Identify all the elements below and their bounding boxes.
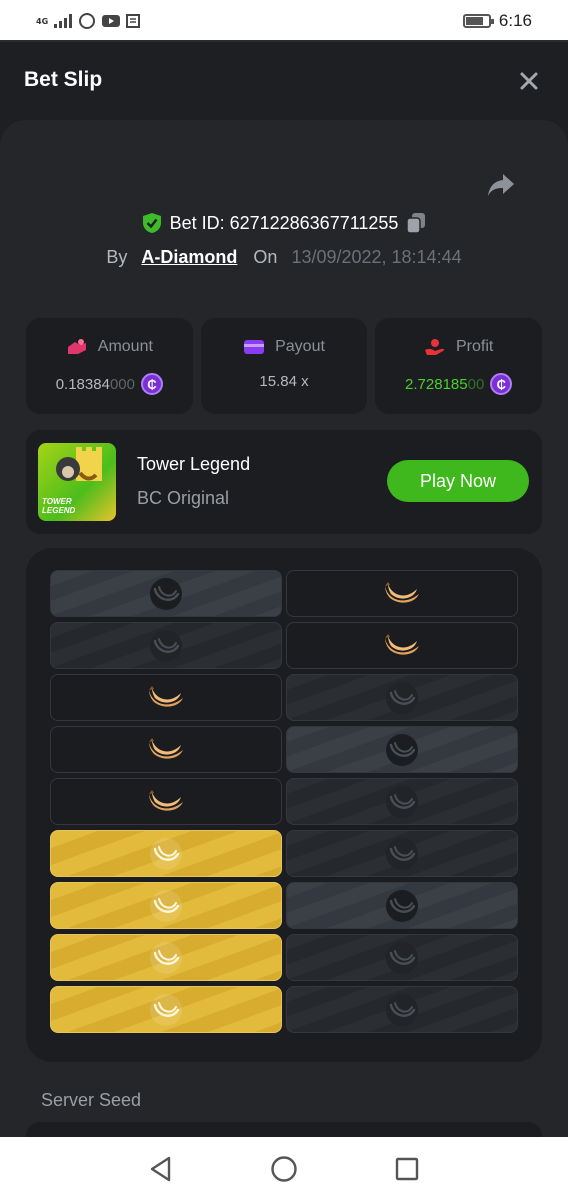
home-icon[interactable]	[270, 1155, 298, 1183]
tile-banana-r1-c2	[286, 570, 518, 617]
game-thumbnail[interactable]: TOWER LEGEND	[38, 443, 116, 521]
battery-icon	[462, 14, 494, 28]
bet-owner-row: By A-Diamond On 13/09/2022, 18:14:44	[0, 247, 568, 268]
status-icons-right: 6:16	[462, 11, 532, 31]
tile-empty-r2-c1	[50, 622, 282, 669]
banana-outline-icon	[386, 993, 418, 1026]
clock: 6:16	[498, 11, 532, 30]
server-seed-label: Server Seed	[41, 1090, 142, 1110]
banana-outline-icon	[386, 837, 418, 870]
banana-icon	[149, 737, 183, 759]
bet-detail-panel: Bet ID: 62712286367711255 By A-Diamond O…	[0, 120, 568, 1162]
tile-banana-r4-c1	[50, 726, 282, 773]
game-card: TOWER LEGEND Tower Legend BC Original Pla…	[26, 430, 542, 534]
tile-banana-r2-c2	[286, 622, 518, 669]
youtube-icon	[102, 15, 121, 27]
tile-win-r8-c1	[50, 934, 282, 981]
share-icon[interactable]	[486, 172, 516, 198]
tile-picked-empty-r7-c2	[286, 882, 518, 929]
banana-outline-icon	[386, 733, 418, 766]
coin-icon: ₵	[140, 373, 163, 395]
amount-label: Amount	[97, 338, 153, 355]
banana-icon	[149, 685, 183, 707]
system-nav-bar	[0, 1137, 568, 1200]
bet-stats: Amount 0.18384000 ₵ Payout 15.84 x Profi…	[26, 318, 543, 414]
payout-value: 15.84 x	[259, 373, 309, 390]
banana-outline-icon	[150, 941, 182, 974]
header: Bet Slip	[0, 44, 568, 120]
tile-win-r9-c1	[50, 986, 282, 1033]
amount-card: Amount 0.18384000 ₵	[26, 318, 193, 414]
banana-icon	[385, 581, 419, 603]
hand-coin-icon	[425, 339, 445, 355]
network-type: 4G	[36, 16, 49, 26]
game-name: Tower Legend	[137, 454, 251, 474]
profit-card: Profit 2.72818500 ₵	[375, 318, 543, 414]
banana-outline-icon	[386, 889, 418, 922]
banana-outline-icon	[386, 681, 418, 714]
tile-empty-r6-c2	[286, 830, 518, 877]
back-icon[interactable]	[149, 1156, 173, 1182]
tile-empty-r5-c2	[286, 778, 518, 825]
shield-check-icon	[142, 213, 161, 233]
status-icons-left: 4G	[36, 12, 141, 30]
profit-value: 2.72818500	[405, 375, 485, 393]
payout-card: Payout 15.84 x	[200, 318, 368, 414]
tile-picked-empty-r1-c1	[50, 570, 282, 617]
tile-banana-r3-c1	[50, 674, 282, 721]
banana-outline-icon	[386, 785, 418, 818]
banana-icon	[385, 633, 419, 655]
tile-empty-r9-c2	[286, 986, 518, 1033]
banana-outline-icon	[386, 941, 418, 974]
tower-board	[26, 548, 542, 1062]
thumb-title: TOWER LEGEND	[42, 497, 76, 515]
news-icon	[126, 14, 141, 28]
banana-icon	[149, 789, 183, 811]
play-now-button[interactable]: Play Now	[387, 460, 529, 502]
profit-label: Profit	[456, 338, 494, 355]
payout-label: Payout	[275, 338, 325, 355]
bet-amount-icon	[67, 339, 86, 354]
bet-id: Bet ID: 62712286367711255	[169, 212, 399, 233]
amount-value: 0.18384000	[55, 375, 135, 393]
status-bar: 4G 6:16	[0, 0, 568, 42]
tile-win-r7-c1	[50, 882, 282, 929]
coin-icon: ₵	[490, 373, 513, 395]
tower-grid	[50, 570, 518, 1033]
by-label: By	[106, 247, 128, 267]
sync-icon	[79, 13, 96, 29]
tile-banana-r5-c1	[50, 778, 282, 825]
tile-empty-r3-c2	[286, 674, 518, 721]
username-link[interactable]: A-Diamond	[141, 247, 237, 268]
banana-outline-icon	[150, 889, 182, 922]
close-icon[interactable]	[519, 71, 539, 91]
on-label: On	[253, 247, 278, 267]
tile-picked-empty-r4-c2	[286, 726, 518, 773]
copy-icon[interactable]	[406, 212, 426, 234]
page-title: Bet Slip	[24, 68, 103, 91]
banana-outline-icon	[150, 993, 182, 1026]
banana-outline-icon	[150, 629, 182, 662]
banana-outline-icon	[150, 577, 182, 610]
bet-id-row: Bet ID: 62712286367711255	[0, 212, 568, 234]
tile-win-r6-c1	[50, 830, 282, 877]
wallet-icon	[244, 340, 265, 354]
recents-icon[interactable]	[395, 1157, 419, 1181]
game-category: BC Original	[137, 488, 230, 508]
tile-empty-r8-c2	[286, 934, 518, 981]
signal-icon	[54, 14, 73, 28]
bet-datetime: 13/09/2022, 18:14:44	[291, 247, 462, 267]
banana-outline-icon	[150, 837, 182, 870]
